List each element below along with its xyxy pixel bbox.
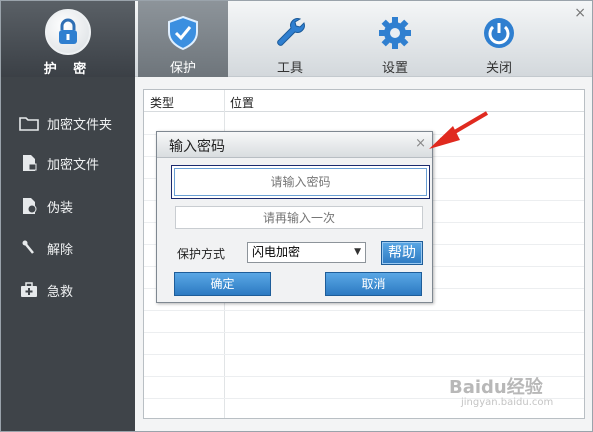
unlock-icon: [17, 238, 41, 258]
lock-shield-icon: [45, 9, 91, 55]
tab-close[interactable]: 关闭: [454, 1, 544, 77]
ok-button[interactable]: 确定: [174, 272, 271, 296]
sidebar-item-release[interactable]: 解除: [1, 228, 135, 268]
power-icon: [479, 13, 519, 53]
sidebar-item-label: 伪装: [47, 200, 74, 216]
table-header: 类型 位置: [144, 90, 584, 112]
sidebar-item-disguise[interactable]: 伪装: [1, 186, 135, 226]
sidebar-item-label: 解除: [47, 242, 74, 258]
file-lock-icon: [17, 153, 41, 173]
window-close-button[interactable]: ×: [574, 5, 586, 21]
row-divider: [144, 332, 584, 333]
tab-settings[interactable]: 设置: [350, 1, 440, 77]
dialog-title: 输入密码: [169, 139, 225, 155]
tab-protect-label: 保护: [169, 61, 196, 76]
first-aid-icon: [17, 280, 41, 300]
sidebar-item-label: 加密文件夹: [47, 117, 113, 133]
folder-icon: [17, 113, 41, 133]
sidebar-item-label: 加密文件: [47, 157, 100, 173]
sidebar-item-encrypt-file[interactable]: 加密文件: [1, 143, 135, 183]
watermark-logo: Baidu经验: [449, 377, 543, 398]
password-input[interactable]: [174, 168, 427, 196]
password-dialog: 输入密码 × 保护方式 闪电加密 ▼ 帮助 确定 取消: [156, 131, 433, 303]
confirm-password-input[interactable]: [175, 206, 423, 229]
row-divider: [144, 354, 584, 355]
protection-mode-select[interactable]: 闪电加密 ▼: [247, 242, 366, 263]
logo-label: 护 密: [43, 62, 93, 77]
chevron-down-icon: ▼: [354, 247, 361, 257]
sidebar-item-label: 急救: [47, 284, 74, 300]
top-toolbar: 护 密 保护 工具 设置 关闭 ×: [1, 1, 592, 77]
cancel-button[interactable]: 取消: [325, 272, 422, 296]
sidebar-item-first-aid[interactable]: 急救: [1, 270, 135, 310]
tab-tools[interactable]: 工具: [245, 1, 335, 77]
sidebar: 加密文件夹 加密文件 伪装 解除 急救: [1, 77, 135, 431]
tab-close-label: 关闭: [485, 61, 512, 76]
row-divider: [144, 310, 584, 311]
gear-icon: [375, 13, 415, 53]
tab-settings-label: 设置: [381, 61, 408, 76]
password-field-focus-ring: [171, 165, 430, 199]
help-button[interactable]: 帮助: [381, 241, 423, 265]
app-logo: 护 密: [1, 1, 135, 77]
sidebar-item-encrypt-folder[interactable]: 加密文件夹: [1, 103, 135, 143]
tab-tools-label: 工具: [276, 61, 303, 76]
column-header-type[interactable]: 类型: [150, 94, 174, 111]
disguise-icon: [17, 196, 41, 216]
shield-icon: [163, 13, 203, 53]
dialog-titlebar[interactable]: 输入密码 ×: [157, 132, 432, 158]
tab-protect[interactable]: 保护: [138, 1, 228, 77]
watermark-url: jingyan.baidu.com: [461, 397, 554, 408]
column-header-location[interactable]: 位置: [230, 94, 254, 111]
app-window: 护 密 保护 工具 设置 关闭 × 加密文件夹 加密文件 伪装 解除 急救 类型…: [0, 0, 593, 432]
protection-mode-label: 保护方式: [177, 247, 226, 261]
wrench-icon: [270, 13, 310, 53]
protection-mode-value: 闪电加密: [252, 245, 301, 259]
dialog-close-button[interactable]: ×: [415, 136, 426, 151]
